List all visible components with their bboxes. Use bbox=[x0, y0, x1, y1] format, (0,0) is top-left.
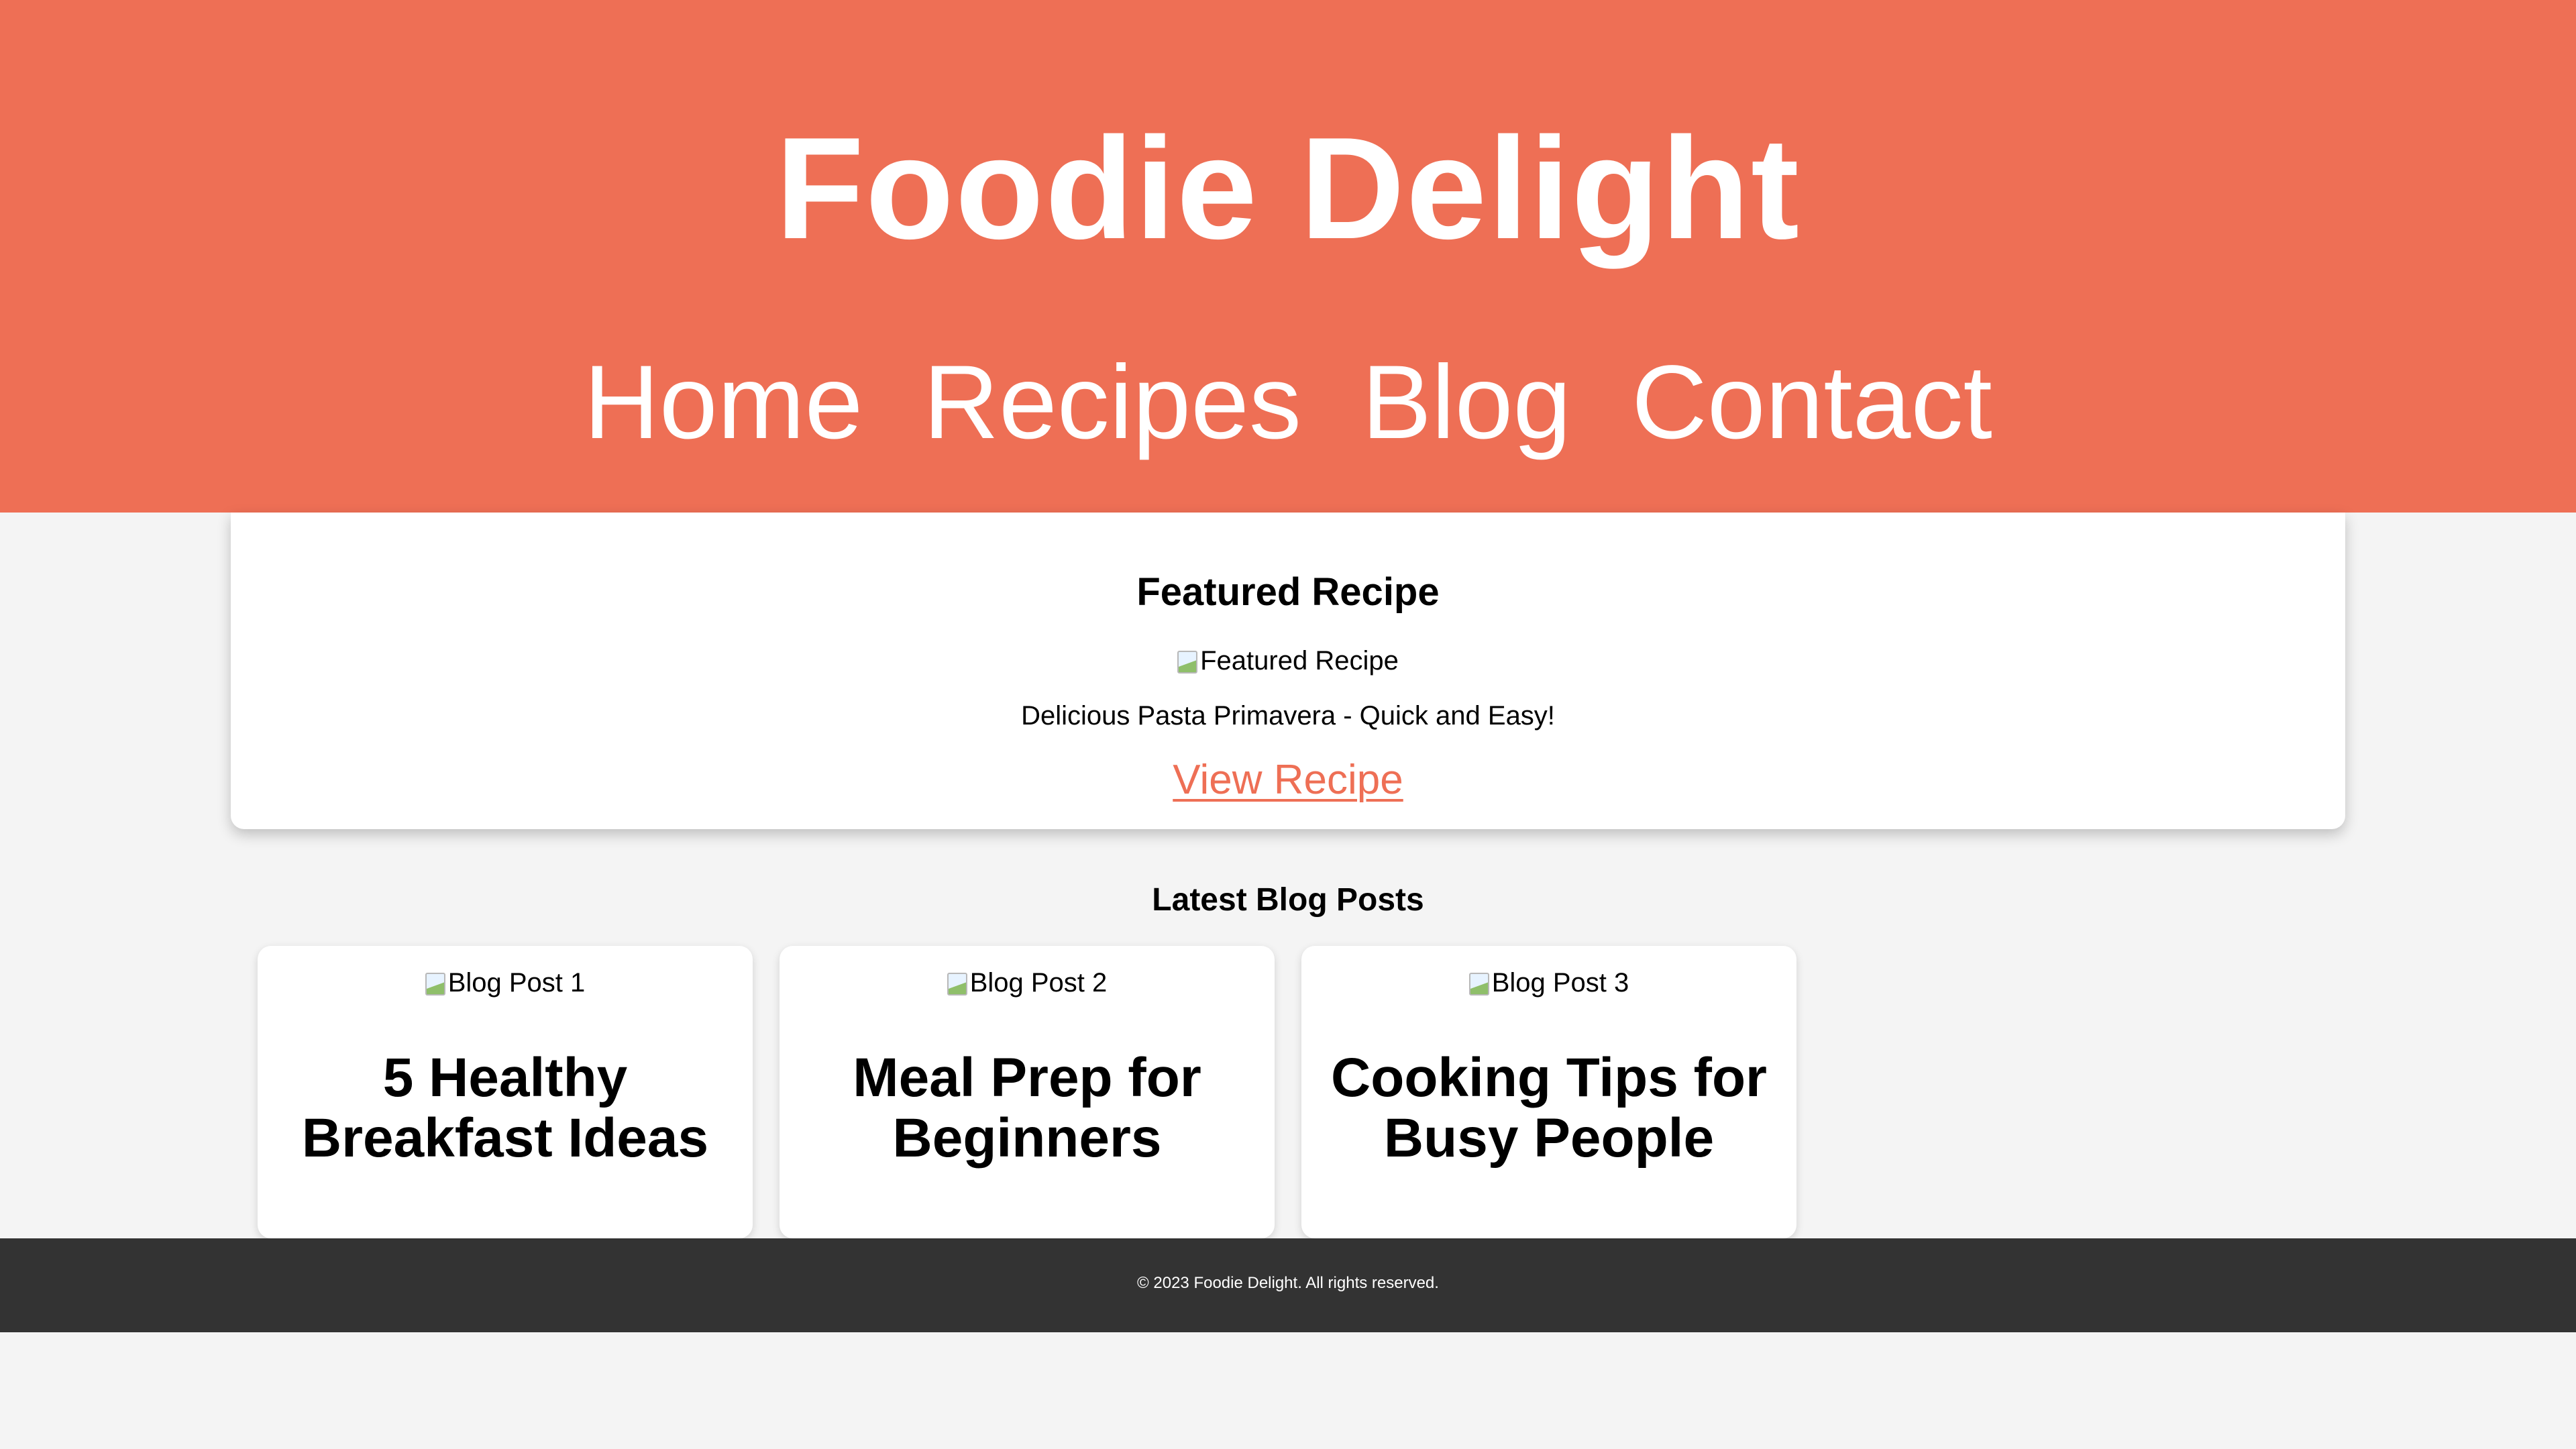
broken-image-icon bbox=[425, 973, 445, 996]
blog-post-image: Blog Post 3 bbox=[1301, 966, 1796, 1000]
blog-post-image-alt: Blog Post 1 bbox=[447, 968, 586, 998]
featured-recipe-image-alt: Featured Recipe bbox=[1200, 646, 1399, 676]
blog-post-card[interactable]: Blog Post 1 5 Healthy Breakfast Ideas bbox=[258, 946, 753, 1238]
blog-section-title: Latest Blog Posts bbox=[1152, 882, 1424, 918]
featured-recipe-link-wrap: View Recipe bbox=[231, 755, 2345, 805]
blog-post-card[interactable]: Blog Post 3 Cooking Tips for Busy People bbox=[1301, 946, 1796, 1238]
nav-link-blog[interactable]: Blog bbox=[1362, 342, 1571, 463]
nav-link-recipes[interactable]: Recipes bbox=[923, 342, 1301, 463]
featured-recipe-description: Delicious Pasta Primavera - Quick and Ea… bbox=[1021, 701, 1555, 731]
broken-image-icon bbox=[1468, 973, 1489, 996]
nav-link-home[interactable]: Home bbox=[584, 342, 863, 463]
blog-post-image: Blog Post 1 bbox=[258, 966, 753, 1000]
blog-post-image-alt: Blog Post 3 bbox=[1491, 968, 1629, 998]
blog-post-image: Blog Post 2 bbox=[780, 966, 1275, 1000]
site-footer: © 2023 Foodie Delight. All rights reserv… bbox=[0, 1238, 2576, 1332]
featured-recipe-card: Featured Recipe Featured Recipe Deliciou… bbox=[231, 513, 2345, 829]
copyright-text: © 2023 Foodie Delight. All rights reserv… bbox=[1137, 1274, 1439, 1292]
blog-post-title[interactable]: Meal Prep for Beginners bbox=[806, 1048, 1248, 1169]
featured-recipe-title: Featured Recipe bbox=[1136, 570, 1440, 614]
blog-post-title[interactable]: 5 Healthy Breakfast Ideas bbox=[284, 1048, 726, 1169]
main-nav: Home Recipes Blog Contact bbox=[0, 342, 2576, 463]
nav-link-contact[interactable]: Contact bbox=[1631, 342, 1992, 463]
blog-post-image-alt: Blog Post 2 bbox=[969, 968, 1108, 998]
broken-image-icon bbox=[947, 973, 967, 996]
site-header: Foodie Delight Home Recipes Blog Contact bbox=[0, 0, 2576, 513]
featured-recipe-image: Featured Recipe bbox=[231, 644, 2345, 678]
site-title: Foodie Delight bbox=[775, 107, 1801, 269]
blog-post-card[interactable]: Blog Post 2 Meal Prep for Beginners bbox=[780, 946, 1275, 1238]
blog-post-title[interactable]: Cooking Tips for Busy People bbox=[1328, 1048, 1770, 1169]
broken-image-icon bbox=[1177, 651, 1198, 674]
view-recipe-link[interactable]: View Recipe bbox=[1173, 757, 1403, 803]
